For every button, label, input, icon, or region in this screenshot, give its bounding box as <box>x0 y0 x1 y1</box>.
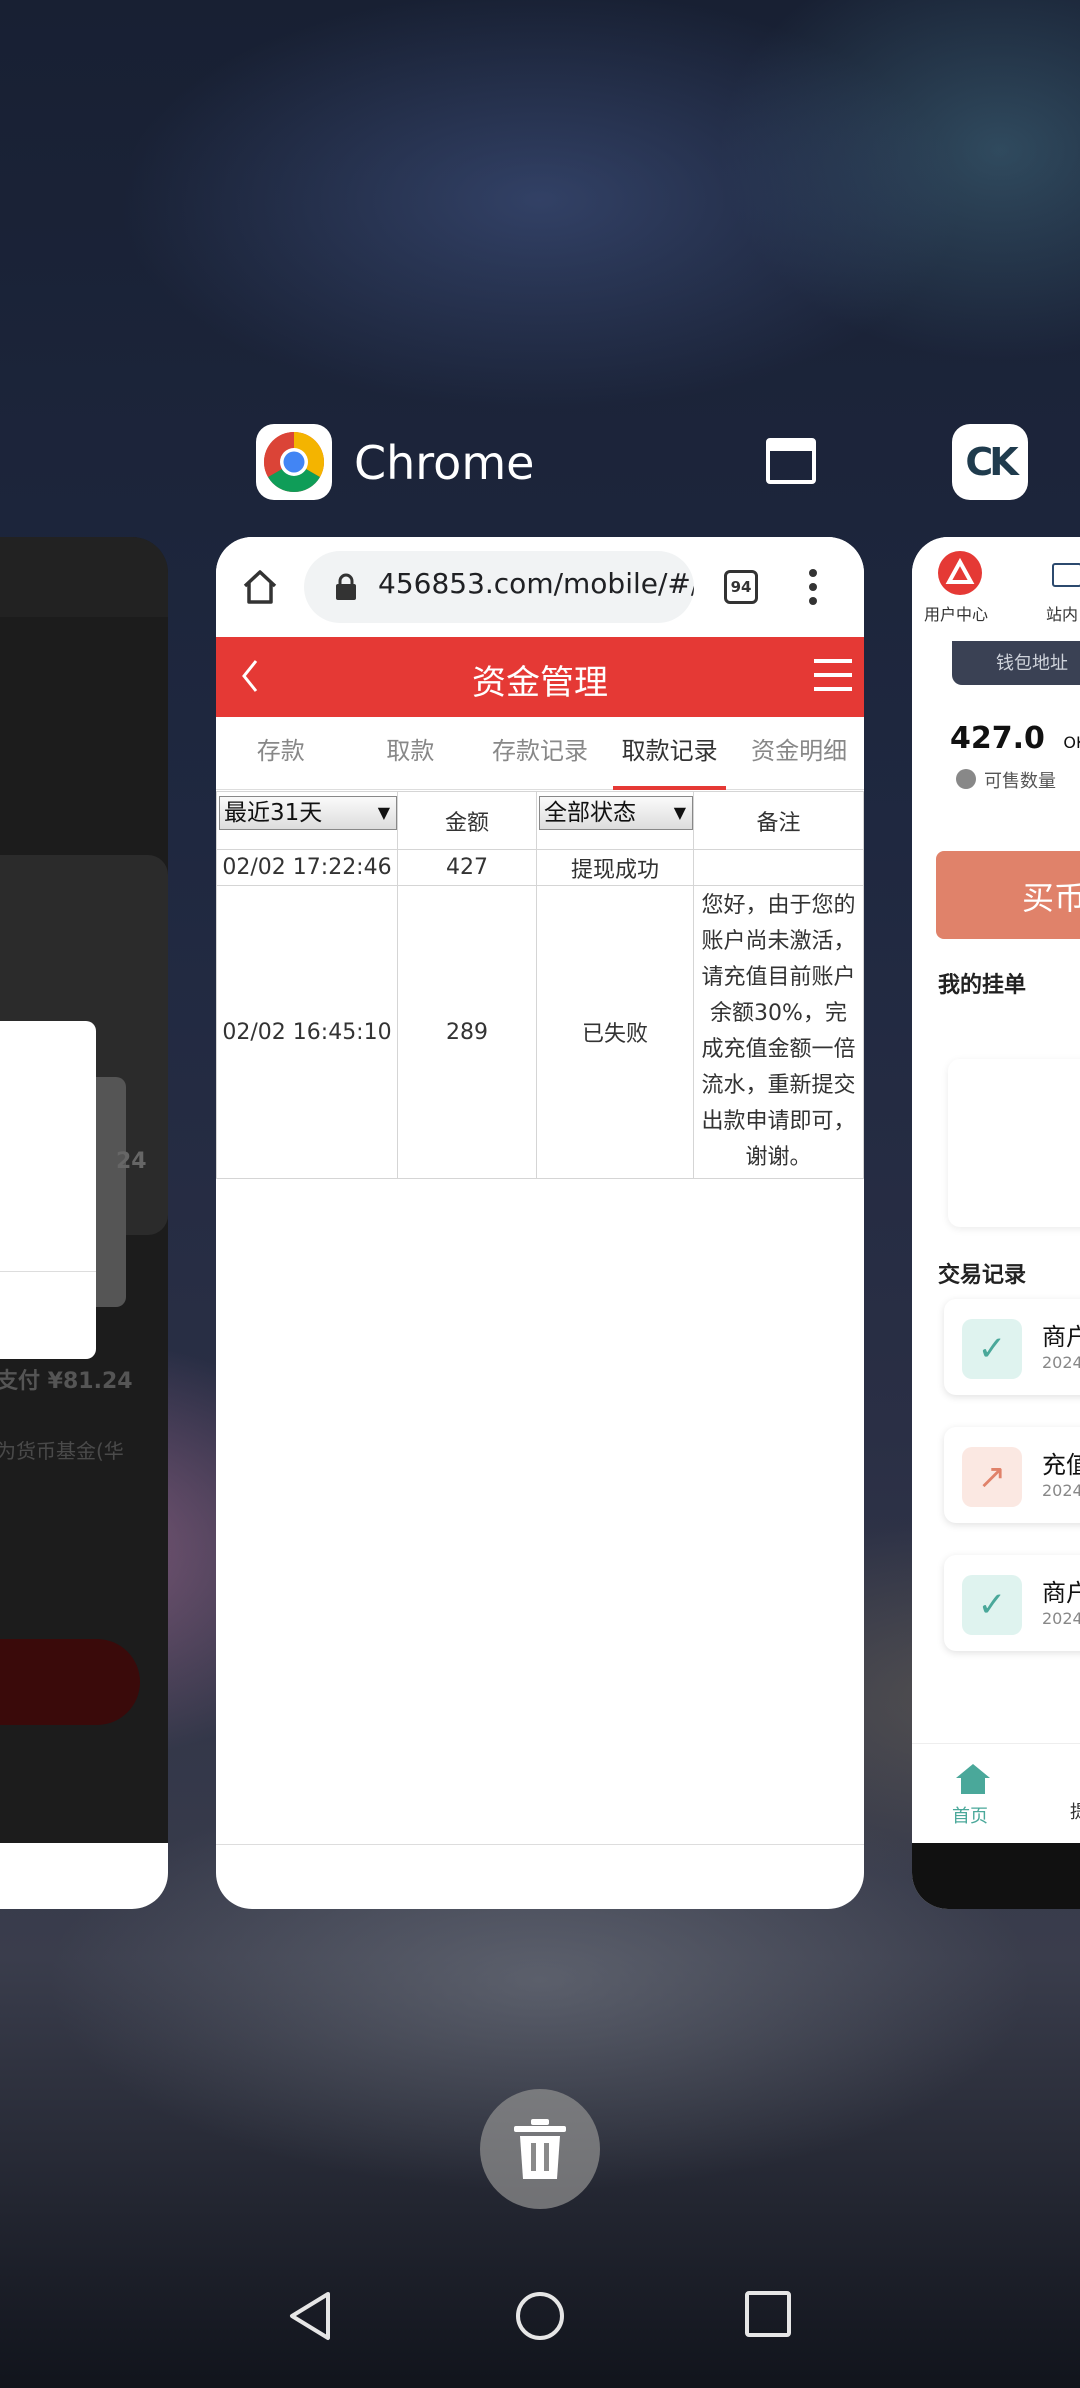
sellable-label: 可售数量 <box>984 771 1056 792</box>
bottom-divider <box>216 1844 864 1845</box>
nav-station[interactable]: 站内 <box>1046 601 1078 625</box>
left-card-header <box>0 537 168 617</box>
trade-records-heading: 交易记录 <box>938 1263 1027 1288</box>
left-app-card[interactable]: 24 支付 ¥81.24 为货币基金(华 <box>0 537 168 1909</box>
back-nav-icon[interactable] <box>286 2290 334 2342</box>
row-time: 02/02 16:45:10 <box>216 885 398 1179</box>
right-card-footer <box>912 1843 1080 1909</box>
amount-value: 427.0 OK <box>950 721 1080 756</box>
page-title: 资金管理 <box>472 663 608 703</box>
record-date: 2024 <box>1042 1481 1080 1500</box>
tab-fund-details[interactable]: 资金明细 <box>734 717 864 789</box>
list-item[interactable]: ↗ 充值 2024 <box>944 1427 1080 1523</box>
row-note <box>693 849 864 886</box>
tab-withdraw-records[interactable]: 取款记录 <box>605 717 735 790</box>
table-row: 02/02 16:45:10 289 已失败 您好，由于您的账户尚未激活，请充值… <box>216 885 864 1179</box>
status-filter-value: 全部状态 <box>544 800 636 826</box>
row-status: 已失败 <box>536 885 694 1179</box>
chrome-logo-icon <box>263 432 325 493</box>
left-card-dialog <box>0 1021 96 1359</box>
chrome-app-icon[interactable] <box>256 424 332 500</box>
left-card-shade <box>96 1077 126 1307</box>
home-nav-icon[interactable] <box>514 2290 566 2342</box>
wallet-strip: 钱包地址 <box>952 641 1080 685</box>
logo-triangle-icon <box>945 557 975 584</box>
split-screen-icon[interactable] <box>766 438 816 484</box>
info-icon <box>956 769 976 789</box>
chrome-app-card[interactable]: 456853.com/mobile/#/ 94 资金管理 存款 取款 存款记录 … <box>216 537 864 1909</box>
list-item[interactable]: ✓ 商户 2024 <box>944 1555 1080 1651</box>
chrome-toolbar: 456853.com/mobile/#/ 94 <box>216 537 864 637</box>
my-orders-panel <box>948 1059 1080 1227</box>
row-time: 02/02 17:22:46 <box>216 849 398 886</box>
header-amount: 金额 <box>397 791 537 850</box>
ck-app-card[interactable]: 用户中心 站内 钱包地址 427.0 OK 可售数量 买币 我的挂单 交易记录 … <box>912 537 1080 1909</box>
row-amount: 427 <box>397 849 537 886</box>
tab-deposit[interactable]: 存款 <box>216 717 346 789</box>
ck-logo-text: CK <box>965 440 1018 484</box>
bottom-tab-bar: 首页 提 <box>912 1743 1080 1842</box>
buy-button[interactable]: 买币 <box>936 851 1080 939</box>
date-filter-select[interactable]: 最近31天 ▼ <box>219 796 397 830</box>
left-pay-text: 支付 ¥81.24 <box>0 1369 133 1394</box>
left-card-button <box>0 1639 140 1725</box>
record-date: 2024 <box>1042 1353 1080 1372</box>
hamburger-menu-icon[interactable] <box>814 659 852 691</box>
row-note: 您好，由于您的账户尚未激活，请充值目前账户余额30%，完成充值金额一倍流水，重新… <box>693 885 864 1179</box>
date-filter-cell: 最近31天 ▼ <box>216 791 398 850</box>
tab-switcher-button[interactable]: 94 <box>724 570 758 604</box>
dropdown-arrow-icon: ▼ <box>377 803 390 822</box>
app-name-label: Chrome <box>354 436 535 490</box>
record-title: 商户 <box>1042 1323 1080 1351</box>
status-filter-select[interactable]: 全部状态 ▼ <box>539 796 693 830</box>
tab-deposit-records[interactable]: 存款记录 <box>475 717 605 789</box>
right-top-nav: 用户中心 站内 <box>912 537 1080 641</box>
next-tab-label[interactable]: 提 <box>1070 1798 1080 1824</box>
left-card-footer <box>0 1843 168 1909</box>
ck-app-icon[interactable]: CK <box>952 424 1028 500</box>
tab-withdraw[interactable]: 取款 <box>346 717 476 789</box>
list-item[interactable]: ✓ 商户 2024 <box>944 1299 1080 1395</box>
clear-all-button[interactable] <box>480 2089 600 2209</box>
tab-count: 94 <box>730 578 752 596</box>
dropdown-arrow-icon: ▼ <box>673 803 686 822</box>
buy-button-label: 买币 <box>1022 879 1080 917</box>
record-title: 充值 <box>1042 1451 1080 1479</box>
row-status: 提现成功 <box>536 849 694 886</box>
check-icon: ✓ <box>962 1319 1022 1379</box>
home-tab-label[interactable]: 首页 <box>952 1802 988 1828</box>
tab-bar: 存款 取款 存款记录 取款记录 资金明细 <box>216 717 864 790</box>
my-orders-heading: 我的挂单 <box>938 973 1027 998</box>
amount-number: 427.0 <box>950 721 1045 756</box>
status-filter-cell: 全部状态 ▼ <box>536 791 694 850</box>
url-text: 456853.com/mobile/#/ <box>378 567 694 600</box>
home-tab-icon[interactable] <box>954 1762 992 1796</box>
check-icon: ✓ <box>962 1575 1022 1635</box>
table-header-row: 最近31天 ▼ 金额 全部状态 ▼ 备注 <box>216 791 864 850</box>
user-center-icon[interactable] <box>938 551 982 595</box>
nav-user-center[interactable]: 用户中心 <box>924 601 988 625</box>
table-row: 02/02 17:22:46 427 提现成功 <box>216 849 864 886</box>
lock-icon <box>336 573 356 600</box>
row-amount: 289 <box>397 885 537 1179</box>
left-partial-amount: 24 <box>116 1149 147 1174</box>
trash-icon <box>514 2119 566 2179</box>
record-title: 商户 <box>1042 1579 1080 1607</box>
withdraw-records-table: 最近31天 ▼ 金额 全部状态 ▼ 备注 02/02 17:22:46 427 提现… <box>216 791 864 1179</box>
arrow-up-right-icon: ↗ <box>962 1447 1022 1507</box>
left-fund-text: 为货币基金(华 <box>0 1439 124 1463</box>
home-icon[interactable] <box>240 567 280 607</box>
date-filter-value: 最近31天 <box>224 800 323 826</box>
more-menu-icon[interactable] <box>808 567 818 607</box>
header-note: 备注 <box>693 791 864 850</box>
message-icon[interactable] <box>1052 563 1080 587</box>
amount-unit: OK <box>1063 733 1080 752</box>
wallet-address-label: 钱包地址 <box>996 653 1068 674</box>
address-bar[interactable]: 456853.com/mobile/#/ <box>304 551 694 623</box>
page-header: 资金管理 <box>216 637 864 717</box>
record-date: 2024 <box>1042 1609 1080 1628</box>
recents-nav-icon[interactable] <box>744 2290 792 2338</box>
